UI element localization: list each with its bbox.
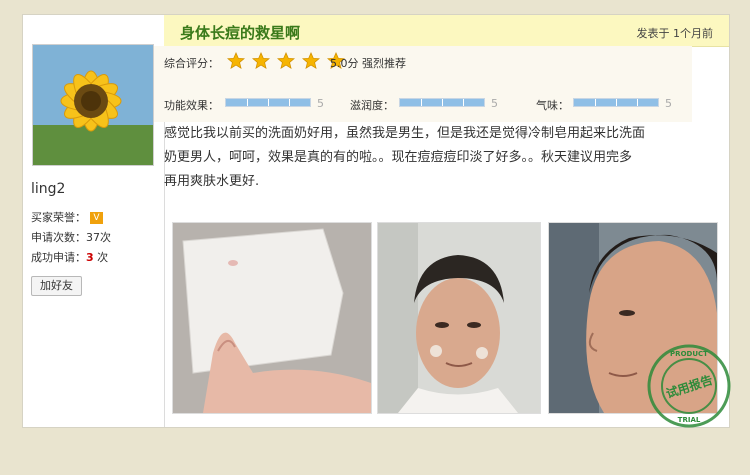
metric-label: 气味：: [536, 99, 569, 112]
honor-label: 买家荣誉：: [31, 211, 86, 224]
metric-value: 5: [665, 97, 672, 110]
apply-count: 申请次数：37次: [31, 231, 111, 244]
bar-segment-divider: [463, 99, 464, 106]
bar-segment-divider: [421, 99, 422, 106]
score-value: 5.0分: [330, 57, 359, 70]
bar-segment-divider: [616, 99, 617, 106]
stamp-ring-bottom: TRIAL: [678, 416, 701, 424]
bar-segment-divider: [268, 99, 269, 106]
overall-label: 综合评分：: [164, 57, 219, 70]
metric-bar: [399, 98, 485, 107]
add-friend-button[interactable]: 加好友: [31, 276, 82, 296]
bar-segment-divider: [595, 99, 596, 106]
buyer-honor: 买家荣誉： V: [31, 209, 103, 225]
bar-segment-divider: [247, 99, 248, 106]
overall-score: 5.0分 强烈推荐: [330, 55, 406, 71]
username[interactable]: ling2: [31, 181, 65, 197]
score-verdict: 强烈推荐: [362, 57, 406, 70]
success-count: 成功申请：3 次: [31, 249, 108, 265]
star-icon: [252, 52, 271, 69]
review-line: 奶更男人，呵呵，效果是真的有的啦。。现在痘痘痘印淡了好多。。秋天建议用完多: [164, 150, 633, 165]
metric-label: 功能效果：: [164, 99, 219, 112]
review-line: 再用爽肤水更好.: [164, 174, 260, 189]
review-photo-soap[interactable]: [172, 222, 372, 414]
rating-panel: 综合评分： 5.0分 强烈推荐 功能效果： 5 滋润度： 5 气味： 5: [154, 46, 692, 122]
bar-segment-divider: [637, 99, 638, 106]
review-line: 感觉比我以前买的洗面奶好用，虽然我是男生，但是我还是觉得冷制皂用起来比洗面: [164, 126, 646, 141]
metric-value: 5: [317, 97, 324, 110]
review-header: 身体长痘的救星啊 发表于 1个月前: [164, 15, 729, 47]
honor-badge-icon: V: [90, 212, 103, 224]
stamp-center-text: 试用报告: [664, 372, 714, 401]
metric-bar: [573, 98, 659, 107]
success-label: 成功申请：: [31, 251, 86, 264]
metric-bar: [225, 98, 311, 107]
bar-segment-divider: [289, 99, 290, 106]
review-photo-face-foam[interactable]: [377, 222, 541, 414]
star-icon: [302, 52, 321, 69]
user-panel: ling2 买家荣誉： V 申请次数：37次 成功申请：3 次 加好友: [23, 15, 165, 427]
bar-segment-divider: [442, 99, 443, 106]
success-unit: 次: [97, 251, 109, 264]
posted-time: 发表于 1个月前: [636, 27, 714, 40]
stamp-ring-top: PRODUCT: [670, 350, 708, 358]
success-number: 3: [86, 251, 94, 264]
review-body: 感觉比我以前买的洗面奶好用，虽然我是男生，但是我还是觉得冷制皂用起来比洗面 奶更…: [164, 122, 694, 194]
metric-label: 滋润度：: [350, 99, 394, 112]
star-icon: [227, 52, 245, 69]
stamp-seal-icon: PRODUCT TRIAL 试用报告: [647, 344, 731, 428]
trial-report-stamp: PRODUCT TRIAL 试用报告: [646, 343, 732, 433]
star-icon: [277, 52, 296, 69]
avatar[interactable]: [32, 44, 154, 166]
metric-value: 5: [491, 97, 498, 110]
review-title[interactable]: 身体长痘的救星啊: [180, 22, 300, 43]
